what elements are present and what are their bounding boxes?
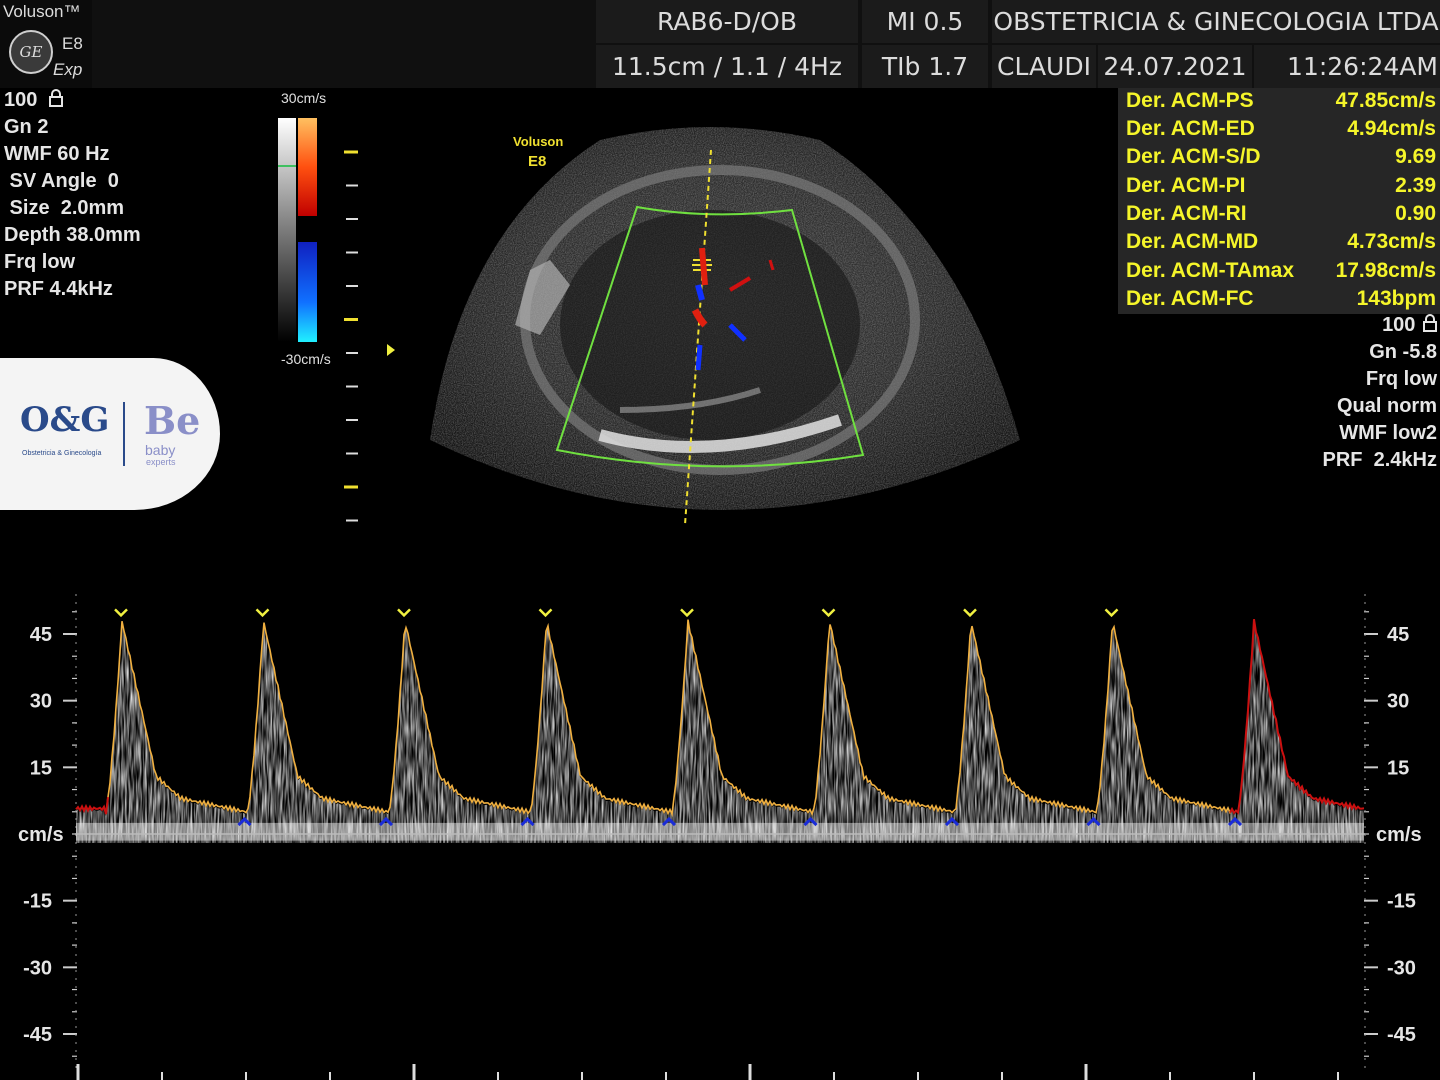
mi-field: MI 0.5 (862, 0, 988, 43)
lock-icon (1423, 314, 1437, 332)
measurement-row: Der. ACM-RI 0.90 (1126, 202, 1436, 230)
measurement-value: 9.69 (1395, 145, 1436, 168)
right-param-gain: Gn -5.8 (1369, 341, 1437, 363)
image-label-line2: E8 (528, 153, 546, 170)
image-label-line1: Voluson (513, 134, 563, 149)
brand-name: Voluson™ (3, 2, 81, 21)
focus-marker-icon (387, 344, 395, 356)
be-logo-baby: baby (145, 442, 176, 458)
date-field: 24.07.2021 (1098, 45, 1252, 88)
measurement-row: Der. ACM-PS 47.85cm/s (1126, 89, 1436, 117)
measurement-label: Der. ACM-FC (1126, 287, 1254, 310)
lock-icon (48, 89, 63, 107)
peak-marker-icon (1104, 608, 1119, 618)
peak-marker-icon (397, 608, 411, 618)
peak-marker-icon (255, 608, 270, 618)
right-param-wmf: WMF low2 (1339, 422, 1437, 444)
param-size: Size 2.0mm (4, 197, 125, 219)
measurement-row: Der. ACM-FC 143bpm (1126, 287, 1436, 315)
og-logo-subtitle: Obstetricia & Ginecología (22, 450, 102, 457)
axis-tick-label: 15 (30, 757, 52, 779)
param-power: 100 (4, 89, 63, 112)
bmode-image: Voluson E8 (430, 127, 1020, 526)
probe-field: RAB6-D/OB (596, 0, 858, 43)
param-frequency: Frq low (4, 251, 76, 273)
measurement-row: Der. ACM-PI 2.39 (1126, 174, 1436, 202)
spectral-unit-right: cm/s (1376, 824, 1422, 846)
brand-suffix: Exp (53, 60, 83, 79)
param-sv-angle: SV Angle 0 (4, 170, 119, 192)
measurement-row: Der. ACM-MD 4.73cm/s (1126, 230, 1436, 258)
measurement-row: Der. ACM-S/D 9.69 (1126, 145, 1436, 173)
tib-field: TIb 1.7 (862, 45, 988, 88)
logo-divider (123, 402, 125, 466)
measurement-row: Der. ACM-TAmax 17.98cm/s (1126, 259, 1436, 287)
axis-tick-label: 45 (1387, 624, 1409, 646)
axis-tick-label: -15 (1387, 891, 1416, 913)
measurement-label: Der. ACM-RI (1126, 202, 1247, 225)
spectral-doppler-trace: 45 30 15 -15 -30 -45 45 30 15 -15 -30 -45 (23, 594, 1416, 1080)
peak-marker-icon (680, 608, 694, 618)
measurement-value: 47.85cm/s (1335, 89, 1436, 112)
measurement-label: Der. ACM-ED (1126, 117, 1255, 140)
right-param-quality: Qual norm (1336, 395, 1437, 417)
measurement-value: 4.94cm/s (1347, 117, 1436, 140)
peak-marker-icon (821, 608, 836, 618)
color-velocity-bar (278, 118, 395, 522)
measurement-label: Der. ACM-MD (1126, 230, 1259, 253)
measurement-value: 4.73cm/s (1347, 230, 1436, 253)
measurement-panel: Der. ACM-PS 47.85cm/s Der. ACM-ED 4.94cm… (1118, 88, 1440, 314)
measurement-row: Der. ACM-ED 4.94cm/s (1126, 117, 1436, 145)
param-prf: PRF 4.4kHz (4, 278, 113, 300)
right-param-frequency: Frq low (1365, 368, 1437, 390)
measurement-label: Der. ACM-PS (1126, 89, 1254, 112)
param-gain: Gn 2 (4, 116, 49, 138)
be-logo: Be (144, 398, 201, 443)
colorbar-top-label: 30cm/s (281, 90, 327, 106)
header-bar: Voluson™ GE E8 Exp RAB6-D/OB MI 0.5 OBST… (0, 0, 1440, 88)
axis-tick-label: -45 (1387, 1024, 1416, 1046)
right-param-power: 100 (1382, 314, 1437, 337)
measurement-value: 0.90 (1395, 202, 1436, 225)
peak-marker-icon (538, 608, 553, 618)
brand-model: E8 (62, 34, 83, 53)
measurement-label: Der. ACM-PI (1126, 174, 1246, 197)
measurement-value: 2.39 (1395, 174, 1436, 197)
axis-tick-label: -30 (23, 957, 52, 979)
axis-tick-label: -30 (1387, 957, 1416, 979)
be-logo-experts: experts (146, 457, 176, 467)
institution-field: OBSTETRICIA & GINECOLOGIA LTDA (992, 0, 1440, 43)
depth-settings-field: 11.5cm / 1.1 / 4Hz (596, 45, 858, 88)
measurement-label: Der. ACM-TAmax (1126, 259, 1295, 282)
axis-tick-label: 30 (1387, 691, 1409, 713)
operator-field: CLAUDI (992, 45, 1096, 88)
time-field: 11:26:24AM (1254, 45, 1440, 88)
og-logo: O&G (20, 400, 110, 440)
measurement-value: 17.98cm/s (1335, 259, 1436, 282)
axis-tick-label: -45 (23, 1024, 52, 1046)
spectral-unit-left: cm/s (18, 824, 64, 846)
measurement-label: Der. ACM-S/D (1126, 145, 1261, 168)
param-wmf: WMF 60 Hz (4, 143, 110, 165)
axis-tick-label: 45 (30, 624, 52, 646)
ge-logo-icon: GE (9, 30, 53, 74)
measurement-value: 143bpm (1356, 287, 1436, 310)
param-depth: Depth 38.0mm (4, 224, 141, 246)
peak-marker-icon (114, 608, 128, 618)
axis-tick-label: -15 (23, 891, 52, 913)
axis-tick-label: 15 (1387, 757, 1409, 779)
right-param-prf: PRF 2.4kHz (1322, 449, 1437, 471)
axis-tick-label: 30 (30, 691, 52, 713)
peak-marker-icon (963, 608, 977, 618)
